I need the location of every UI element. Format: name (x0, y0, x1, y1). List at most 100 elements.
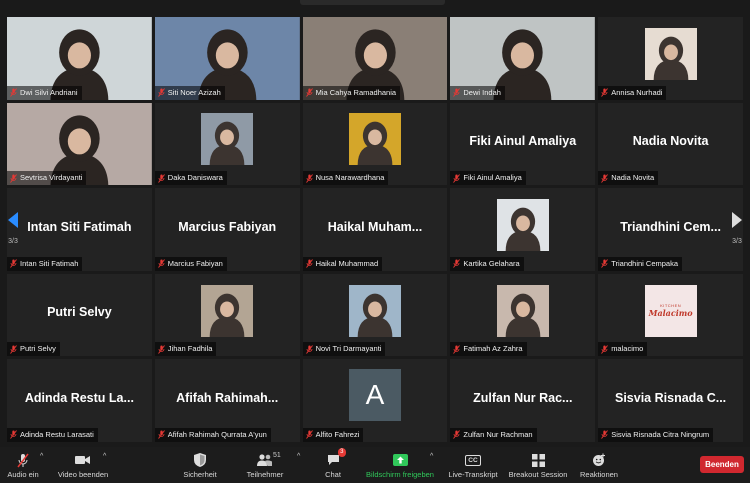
participant-name-label: Siti Noer Azizah (154, 85, 225, 100)
profile-picture (496, 284, 549, 337)
participant-tile[interactable]: Triandhini Cem... Triandhini Cempaka (598, 188, 743, 271)
next-page-button[interactable]: 3/3 (724, 198, 750, 258)
participant-name: Alfito Fahrezi (315, 429, 360, 439)
participant-tile[interactable]: Daka Daniswara (154, 102, 300, 186)
mic-muted-icon (17, 452, 29, 468)
participant-tile[interactable]: KITCHEN Malacimo malacimo (598, 273, 743, 357)
participant-display-name: Nadia Novita (632, 133, 709, 148)
profile-picture (644, 27, 697, 80)
participant-name: Nadia Novita (611, 173, 655, 183)
participant-tile[interactable]: Putri Selvy Putri Selvy (7, 273, 152, 357)
participants-button[interactable]: 51 Teilnehmer (245, 447, 285, 483)
participant-tile[interactable]: Afifah Rahimah... Afifah Rahimah Qurrata … (154, 359, 300, 442)
participant-name: Haikal Muhammad (315, 258, 379, 268)
chat-badge: 3 (338, 448, 346, 457)
mic-muted-icon (305, 173, 313, 183)
mic-muted-icon (157, 259, 165, 269)
participant-tile[interactable]: Nadia Novita Nadia Novita (598, 102, 743, 186)
participant-tile[interactable]: A Alfito Fahrezi (302, 359, 448, 442)
participant-tile[interactable]: Fiki Ainul Amaliya Fiki Ainul Amaliya (450, 102, 596, 186)
audio-options-caret[interactable]: ^ (40, 453, 43, 460)
participant-tile[interactable]: Zulfan Nur Rac... Zulfan Nur Rachman (450, 359, 596, 442)
participant-name-label: Intan Siti Fatimah (7, 256, 83, 271)
mic-muted-icon (157, 88, 165, 97)
video-label: Video beenden (57, 470, 109, 479)
security-button[interactable]: Sicherheit (180, 447, 220, 483)
page-indicator-right: 3/3 (732, 237, 742, 245)
participant-name: Zulfan Nur Rachman (463, 429, 533, 439)
participant-tile[interactable]: Fatimah Az Zahra (450, 273, 596, 357)
participant-tile[interactable]: Kartika Gelahara (450, 188, 596, 271)
mic-muted-icon (601, 345, 609, 354)
participant-name-label: Alfito Fahrezi (302, 427, 364, 442)
participants-options-caret[interactable]: ^ (297, 453, 300, 460)
chat-bubble-icon: 3 (327, 448, 346, 468)
participant-tile[interactable]: Sevtrisa Virdayanti (7, 102, 152, 186)
meeting-toolbar: Audio ein ^ Video beenden ^ Sicherheit 5… (0, 447, 750, 483)
participant-name-label: Sevtrisa Virdayanti (7, 171, 87, 186)
mic-muted-icon (305, 345, 313, 354)
share-screen-button[interactable]: Bildschirm freigeben (362, 447, 438, 483)
participant-name: Dewi Indah (463, 87, 501, 97)
breakout-session-label: Breakout Session (508, 470, 568, 479)
participant-tile[interactable]: Nusa Narawardhana (302, 102, 448, 186)
participant-name: Annisa Nurhadi (611, 87, 663, 97)
participant-name-label: Zulfan Nur Rachman (450, 427, 537, 442)
video-options-caret[interactable]: ^ (103, 453, 106, 460)
gallery-grid: Dwi Silvi Andriani Siti Noer Azizah Mia Ca… (7, 17, 743, 442)
participant-tile[interactable]: Haikal Muham... Haikal Muhammad (302, 188, 448, 271)
smiley-plus-icon (592, 452, 606, 468)
previous-page-button[interactable]: 3/3 (0, 198, 26, 258)
participant-name: Marcius Fabiyan (167, 258, 223, 268)
mic-muted-icon (305, 88, 313, 97)
participant-name: Sevtrisa Virdayanti (20, 173, 83, 183)
participant-tile[interactable]: Novi Tri Darmayanti (302, 273, 448, 357)
participant-display-name: Putri Selvy (47, 305, 112, 320)
participant-tile[interactable]: Sisvia Risnada C... Sisvia Risnada Citra … (598, 359, 743, 442)
mic-muted-icon (10, 345, 17, 354)
top-bar (0, 0, 750, 14)
participant-name: Sisvia Risnada Citra Ningrum (611, 429, 710, 439)
live-transcript-label: Live-Transkript (448, 470, 498, 479)
profile-picture (348, 113, 401, 166)
share-options-caret[interactable]: ^ (430, 453, 433, 460)
security-label: Sicherheit (183, 470, 217, 479)
participant-name-label: Putri Selvy (7, 342, 60, 357)
participant-tile[interactable]: Dwi Silvi Andriani (7, 17, 152, 100)
shield-icon (194, 452, 206, 468)
participant-tile[interactable]: Dewi Indah (450, 17, 596, 100)
participant-tile[interactable]: Jihan Fadhila (154, 273, 300, 357)
live-transcript-button[interactable]: CC Live-Transkript (446, 447, 500, 483)
audio-button[interactable]: Audio ein (4, 447, 42, 483)
participant-name-label: Fatimah Az Zahra (450, 342, 527, 357)
breakout-session-button[interactable]: Breakout Session (507, 447, 569, 483)
end-meeting-button[interactable]: Beenden (700, 456, 744, 473)
participant-name: Putri Selvy (20, 344, 56, 354)
mic-muted-icon (601, 259, 609, 269)
profile-picture (201, 284, 254, 337)
profile-logo: KITCHEN Malacimo (644, 284, 697, 337)
participant-display-name: Sisvia Risnada C... (615, 390, 727, 405)
participant-tile[interactable]: Intan Siti Fatimah Intan Siti Fatimah (7, 188, 152, 271)
participant-display-name: Marcius Fabiyan (178, 219, 277, 234)
top-notch (300, 0, 445, 5)
audio-label: Audio ein (7, 470, 39, 479)
participant-tile[interactable]: Annisa Nurhadi (598, 17, 743, 100)
participant-name-label: Marcius Fabiyan (154, 256, 227, 271)
arrow-right-icon (732, 211, 742, 228)
participants-label: Teilnehmer (246, 470, 284, 479)
participant-name: Dwi Silvi Andriani (20, 87, 78, 97)
participant-tile[interactable]: Mia Cahya Ramadhania (302, 17, 448, 100)
participant-name-label: Sisvia Risnada Citra Ningrum (598, 427, 714, 442)
participant-tile[interactable]: Marcius Fabiyan Marcius Fabiyan (154, 188, 300, 271)
mic-muted-icon (601, 173, 609, 183)
participant-display-name: Zulfan Nur Rac... (473, 390, 573, 405)
mic-muted-icon (453, 345, 461, 354)
participant-name-label: Daka Daniswara (154, 171, 227, 186)
mic-muted-icon (10, 430, 17, 440)
participant-name: Adinda Restu Larasati (20, 429, 94, 439)
participant-tile[interactable]: Siti Noer Azizah (154, 17, 300, 100)
reactions-button[interactable]: Reaktionen (577, 447, 621, 483)
participant-tile[interactable]: Adinda Restu La... Adinda Restu Larasati (7, 359, 152, 442)
chat-button[interactable]: 3 Chat (318, 447, 348, 483)
